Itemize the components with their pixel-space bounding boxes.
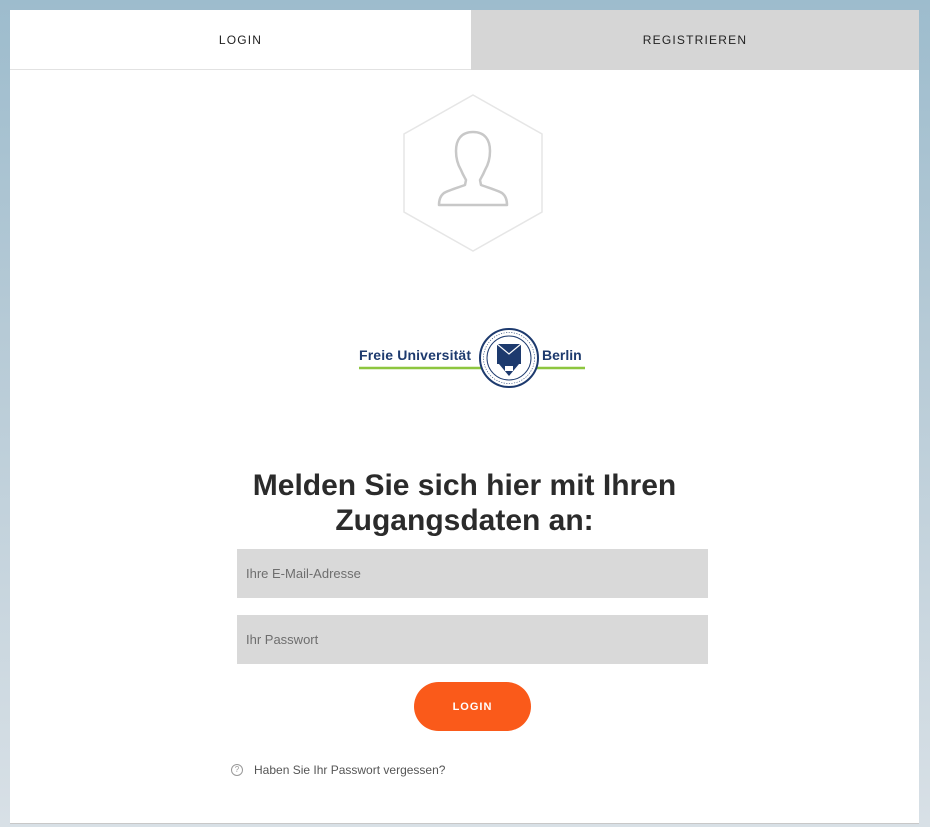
tab-register[interactable]: REGISTRIEREN [471, 10, 919, 70]
user-silhouette-icon [403, 94, 543, 252]
password-field[interactable] [237, 615, 708, 664]
university-seal-icon [479, 328, 539, 388]
login-panel: LOGIN REGISTRIEREN Freie Universität Ber… [10, 10, 919, 824]
tab-login[interactable]: LOGIN [10, 10, 471, 70]
tab-bar: LOGIN REGISTRIEREN [10, 10, 919, 70]
forgot-password-link[interactable]: ? Haben Sie Ihr Passwort vergessen? [231, 763, 445, 777]
window-frame: LOGIN REGISTRIEREN Freie Universität Ber… [0, 0, 930, 827]
page-title-line-2: Zugangsdaten an: [335, 504, 594, 537]
page-title-line-1: Melden Sie sich hier mit Ihren [252, 469, 677, 502]
logo-text-left: Freie Universität [359, 347, 471, 363]
question-circle-icon: ? [231, 764, 243, 776]
forgot-password-label: Haben Sie Ihr Passwort vergessen? [254, 763, 446, 777]
university-logo: Freie Universität Berlin [359, 328, 585, 388]
page-title: Melden Sie sich hier mit Ihren Zugangsda… [10, 468, 919, 538]
login-button[interactable]: LOGIN [414, 682, 531, 731]
email-field[interactable] [237, 549, 708, 598]
logo-text-right: Berlin [542, 347, 582, 363]
